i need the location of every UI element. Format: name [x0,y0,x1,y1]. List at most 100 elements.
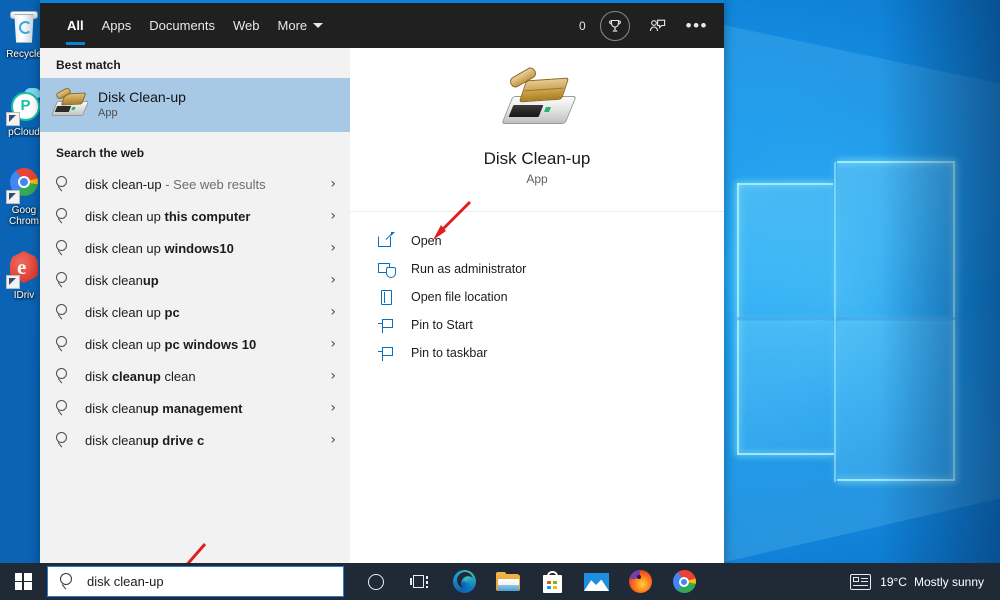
web-suggestion-row[interactable]: disk clean up windows10 › [40,232,350,264]
search-icon [56,367,73,385]
action-label: Open file location [411,290,508,304]
tab-more[interactable]: More [269,3,333,48]
tab-label: Apps [101,18,132,33]
chevron-right-icon: › [330,400,336,416]
start-button[interactable] [0,563,46,600]
tab-label: All [67,18,84,33]
best-match-result[interactable]: Disk Clean-up App [40,78,350,132]
envelope-icon [583,572,609,591]
trophy-icon[interactable] [599,10,630,41]
search-icon [56,207,73,225]
web-suggestion-row[interactable]: disk clean up pc › [40,296,350,328]
action-open-file-location[interactable]: Open file location [350,283,724,311]
search-icon [56,335,73,353]
wallpaper-right-vignette [880,0,1000,600]
action-label: Run as administrator [411,262,527,276]
chevron-right-icon: › [330,368,336,384]
tab-label: More [277,18,308,33]
taskbar-mail-button[interactable] [574,563,618,600]
taskbar-file-explorer-button[interactable] [486,563,530,600]
best-match-subtitle: App [98,107,118,119]
tab-apps[interactable]: Apps [93,3,141,48]
web-suggestion-label: disk clean-up - See web results [85,176,266,192]
web-suggestion-row[interactable]: disk cleanup drive c › [40,424,350,456]
chevron-right-icon: › [330,240,336,256]
tab-documents[interactable]: Documents [140,3,224,48]
taskbar-edge-button[interactable] [442,563,486,600]
chevron-right-icon: › [330,304,336,320]
chevron-right-icon: › [330,336,336,352]
web-suggestion-label: disk cleanup clean [85,368,196,384]
search-icon [56,271,73,289]
ellipsis-icon[interactable]: ••• [686,17,708,34]
search-icon [56,175,73,193]
web-suggestion-row[interactable]: disk clean up pc windows 10 › [40,328,350,360]
best-match-heading: Best match [56,58,121,72]
windows-start-icon [14,573,32,590]
shortcut-arrow-icon [6,275,20,289]
web-suggestion-label: disk cleanup management [85,400,243,416]
action-pin-to-taskbar[interactable]: Pin to taskbar [350,339,724,367]
action-label: Pin to taskbar [411,346,488,360]
taskbar-microsoft-store-button[interactable] [530,563,574,600]
search-icon [60,573,77,590]
folder-icon [496,571,520,592]
search-icon [56,303,73,321]
header-right-cluster: 0 ••• [578,10,724,41]
weather-condition: Mostly sunny [913,574,984,589]
disk-cleanup-icon-large [501,65,577,134]
search-tabs: All Apps Documents Web More [40,3,332,48]
web-suggestion-label: disk cleanup [85,272,159,288]
tab-all[interactable]: All [58,3,93,48]
edge-icon [452,570,476,593]
action-open[interactable]: Open [350,227,724,255]
web-suggestion-label: disk cleanup drive c [85,432,205,448]
search-flyout: All Apps Documents Web More 0 ••• Best m… [40,0,724,566]
taskbar-firefox-button[interactable] [618,563,662,600]
shortcut-arrow-icon [6,190,20,204]
shield-admin-icon [378,261,397,278]
web-suggestion-row[interactable]: disk cleanup › [40,264,350,296]
preview-actions-list: Open Run as administrator Open file loca… [350,212,724,367]
action-label: Pin to Start [411,318,473,332]
app-preview-panel: Disk Clean-up App Open Run as administra… [350,48,724,566]
tab-label: Documents [149,18,216,33]
weather-widget[interactable]: 19°C Mostly sunny [840,563,994,600]
taskbar-task-view-button[interactable] [398,563,442,600]
search-input-value: disk clean-up [87,574,164,589]
cortana-circle-icon [368,573,384,590]
web-suggestion-label: disk clean up this computer [85,208,251,224]
action-pin-to-start[interactable]: Pin to Start [350,311,724,339]
taskbar-search-input[interactable]: disk clean-up [47,566,344,597]
chevron-down-icon [313,23,324,28]
system-tray: 19°C Mostly sunny [840,563,1000,600]
search-icon [56,431,73,449]
taskbar-chrome-button[interactable] [662,563,706,600]
weather-temperature: 19°C [880,574,907,589]
web-suggestion-row[interactable]: disk clean-up - See web results › [40,168,350,200]
firefox-icon [628,570,652,593]
web-suggestion-row[interactable]: disk cleanup management › [40,392,350,424]
feedback-person-icon[interactable] [644,12,672,40]
search-flyout-header: All Apps Documents Web More 0 ••• [40,3,724,48]
tab-web[interactable]: Web [224,3,269,48]
taskbar-cortana-button[interactable] [354,563,398,600]
rewards-count: 0 [578,18,586,33]
chevron-right-icon: › [330,208,336,224]
web-suggestion-row[interactable]: disk cleanup clean › [40,360,350,392]
file-location-icon [378,289,397,306]
desktop-root: Recycle P pCloud Goog Chrom e IDriv All … [0,0,1000,600]
best-match-title: Disk Clean-up [98,89,186,105]
search-flyout-body: Best match Disk Clean-up App Search the [40,48,724,566]
action-run-as-administrator[interactable]: Run as administrator [350,255,724,283]
results-list-panel: Best match Disk Clean-up App Search the [40,48,350,566]
disk-cleanup-icon [50,86,90,120]
weather-text: 19°C Mostly sunny [880,575,984,589]
web-suggestion-row[interactable]: disk clean up this computer › [40,200,350,232]
web-suggestion-label: disk clean up windows10 [85,240,234,256]
chevron-right-icon: › [330,176,336,192]
tab-label: Web [233,18,260,33]
preview-header: Disk Clean-up App [350,48,724,212]
news-weather-icon [850,573,872,590]
pin-icon [378,317,397,334]
